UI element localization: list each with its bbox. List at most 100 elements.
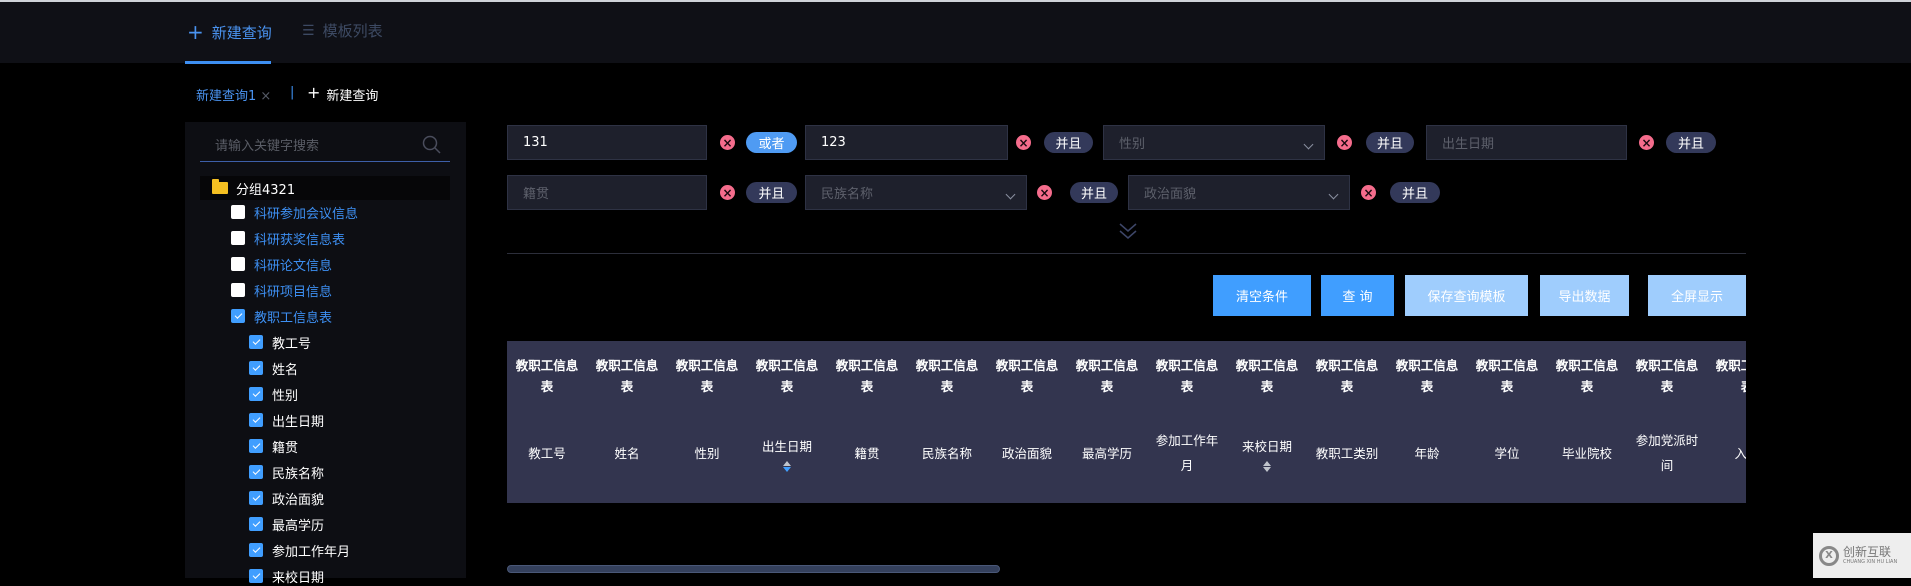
tree-table-item[interactable]: 科研参加会议信息 [231,202,358,222]
checkbox[interactable] [231,257,245,271]
remove-condition-icon[interactable]: × [1337,135,1352,150]
search-icon[interactable] [422,135,442,155]
remove-condition-icon[interactable]: × [1639,135,1654,150]
condition-input[interactable]: 123 [805,125,1008,160]
tab-template-list[interactable]: ☰ 模板列表 [302,20,383,41]
column-header[interactable]: 毕业院校 [1547,423,1627,483]
export-data-button[interactable]: 导出数据 [1540,275,1629,316]
column-label: 来校日期 [1241,439,1292,454]
column-group-header: 教职工信息表 [1715,358,1746,394]
query-tab-1[interactable]: 新建查询1 × [196,85,271,104]
fullscreen-button[interactable]: 全屏显示 [1648,275,1746,316]
sort-caret-icon[interactable] [783,461,791,472]
gender-select[interactable]: 性别 [1103,125,1325,160]
column-group-header: 教职工信息表 [1635,358,1699,394]
checkbox-checked[interactable] [231,309,245,323]
column-group-header: 教职工信息表 [1315,358,1379,394]
column-header[interactable]: 性别 [667,423,747,483]
checkbox-checked[interactable] [249,413,263,427]
checkbox-checked[interactable] [249,543,263,557]
checkbox-checked[interactable] [249,387,263,401]
column-header[interactable]: 参加党派时间 [1627,423,1707,483]
birthdate-input[interactable]: 出生日期 [1426,125,1627,160]
close-icon[interactable]: × [260,89,271,104]
checkbox-checked[interactable] [249,439,263,453]
tree-table-item[interactable]: 教职工信息表 [231,306,332,326]
tree-table-item[interactable]: 科研论文信息 [231,254,332,274]
remove-condition-icon[interactable]: × [720,185,735,200]
tree-field-item[interactable]: 民族名称 [249,462,324,482]
column-header[interactable]: 籍贯 [827,423,907,483]
column-group-header: 教职工信息表 [835,358,899,394]
tree-field-item[interactable]: 出生日期 [249,410,324,430]
checkbox[interactable] [231,231,245,245]
checkbox[interactable] [231,283,245,297]
table-column: 教职工信息表 教工号 [507,341,587,503]
political-status-select[interactable]: 政治面貌 [1128,175,1350,210]
checkbox-checked[interactable] [249,491,263,505]
checkbox-checked[interactable] [249,517,263,531]
tree-table-item[interactable]: 科研项目信息 [231,280,332,300]
expand-double-chevron-icon[interactable] [1118,222,1138,242]
column-label: 民族名称 [921,445,972,461]
remove-condition-icon[interactable]: × [1016,135,1031,150]
connector-or-toggle[interactable]: 或者 [746,132,797,153]
column-header[interactable]: 姓名 [587,423,667,483]
ethnicity-select[interactable]: 民族名称 [805,175,1027,210]
new-query-button[interactable]: + 新建查询 [307,85,378,105]
tree-field-item[interactable]: 参加工作年月 [249,540,350,560]
sort-caret-icon[interactable] [1263,461,1271,472]
results-table-header: 教职工信息表 教工号 教职工信息表 姓名 教职工信息表 性别 教职工信息表 出生日期 教职工信息… [507,341,1746,503]
column-header[interactable]: 政治面貌 [987,423,1067,483]
folder-icon [212,179,228,194]
remove-condition-icon[interactable]: × [1037,185,1052,200]
clear-conditions-button[interactable]: 清空条件 [1213,275,1311,316]
checkbox-checked[interactable] [249,335,263,349]
connector-and-toggle[interactable]: 并且 [1390,182,1440,203]
checkbox-checked[interactable] [249,569,263,583]
column-header[interactable]: 民族名称 [907,423,987,483]
connector-and-toggle[interactable]: 并且 [746,182,797,203]
tree-field-item[interactable]: 政治面貌 [249,488,324,508]
column-header[interactable]: 出生日期 [747,423,827,483]
table-column: 教职工信息表教职工类别 [1307,341,1387,503]
column-group-header: 教职工信息表 [915,358,979,394]
column-header[interactable]: 教工号 [507,423,587,483]
tree-field-item[interactable]: 教工号 [249,332,311,352]
column-label: 教职工类别 [1315,445,1379,461]
tree-field-item[interactable]: 来校日期 [249,566,324,586]
tree-field-item[interactable]: 籍贯 [249,436,298,456]
column-header[interactable]: 教职工类别 [1307,423,1387,483]
checkbox-checked[interactable] [249,361,263,375]
tree-field-item[interactable]: 最高学历 [249,514,324,534]
connector-and-toggle[interactable]: 并且 [1366,132,1414,153]
table-column: 教职工信息表 性别 [667,341,747,503]
native-place-input[interactable]: 籍贯 [507,175,707,210]
column-label: 籍贯 [854,445,880,461]
tree-field-item[interactable]: 性别 [249,384,298,404]
connector-and-toggle[interactable]: 并且 [1666,132,1716,153]
query-button[interactable]: 查 询 [1321,275,1394,316]
horizontal-scrollbar[interactable] [507,565,1000,573]
remove-condition-icon[interactable]: × [720,135,735,150]
column-header[interactable]: 学位 [1467,423,1547,483]
connector-and-toggle[interactable]: 并且 [1044,132,1093,153]
column-header[interactable]: 来校日期 [1227,423,1307,483]
column-group-header: 教职工信息表 [1235,358,1299,394]
remove-condition-icon[interactable]: × [1361,185,1376,200]
tree-field-item[interactable]: 姓名 [249,358,298,378]
search-input[interactable]: 请输入关键字搜索 [200,128,450,162]
tab-new-query[interactable]: + 新建查询 [187,20,272,44]
column-header[interactable]: 最高学历 [1067,423,1147,483]
save-template-button[interactable]: 保存查询模板 [1405,275,1528,316]
checkbox[interactable] [231,205,245,219]
column-header[interactable]: 参加工作年月 [1147,423,1227,483]
connector-and-toggle[interactable]: 并且 [1070,182,1118,203]
column-header[interactable]: 入学 [1707,423,1746,483]
column-group-header: 教职工信息表 [1395,358,1459,394]
column-header[interactable]: 年龄 [1387,423,1467,483]
tree-group[interactable]: 分组4321 [200,176,450,200]
condition-input[interactable]: 131 [507,125,707,160]
checkbox-checked[interactable] [249,465,263,479]
tree-table-item[interactable]: 科研获奖信息表 [231,228,345,248]
